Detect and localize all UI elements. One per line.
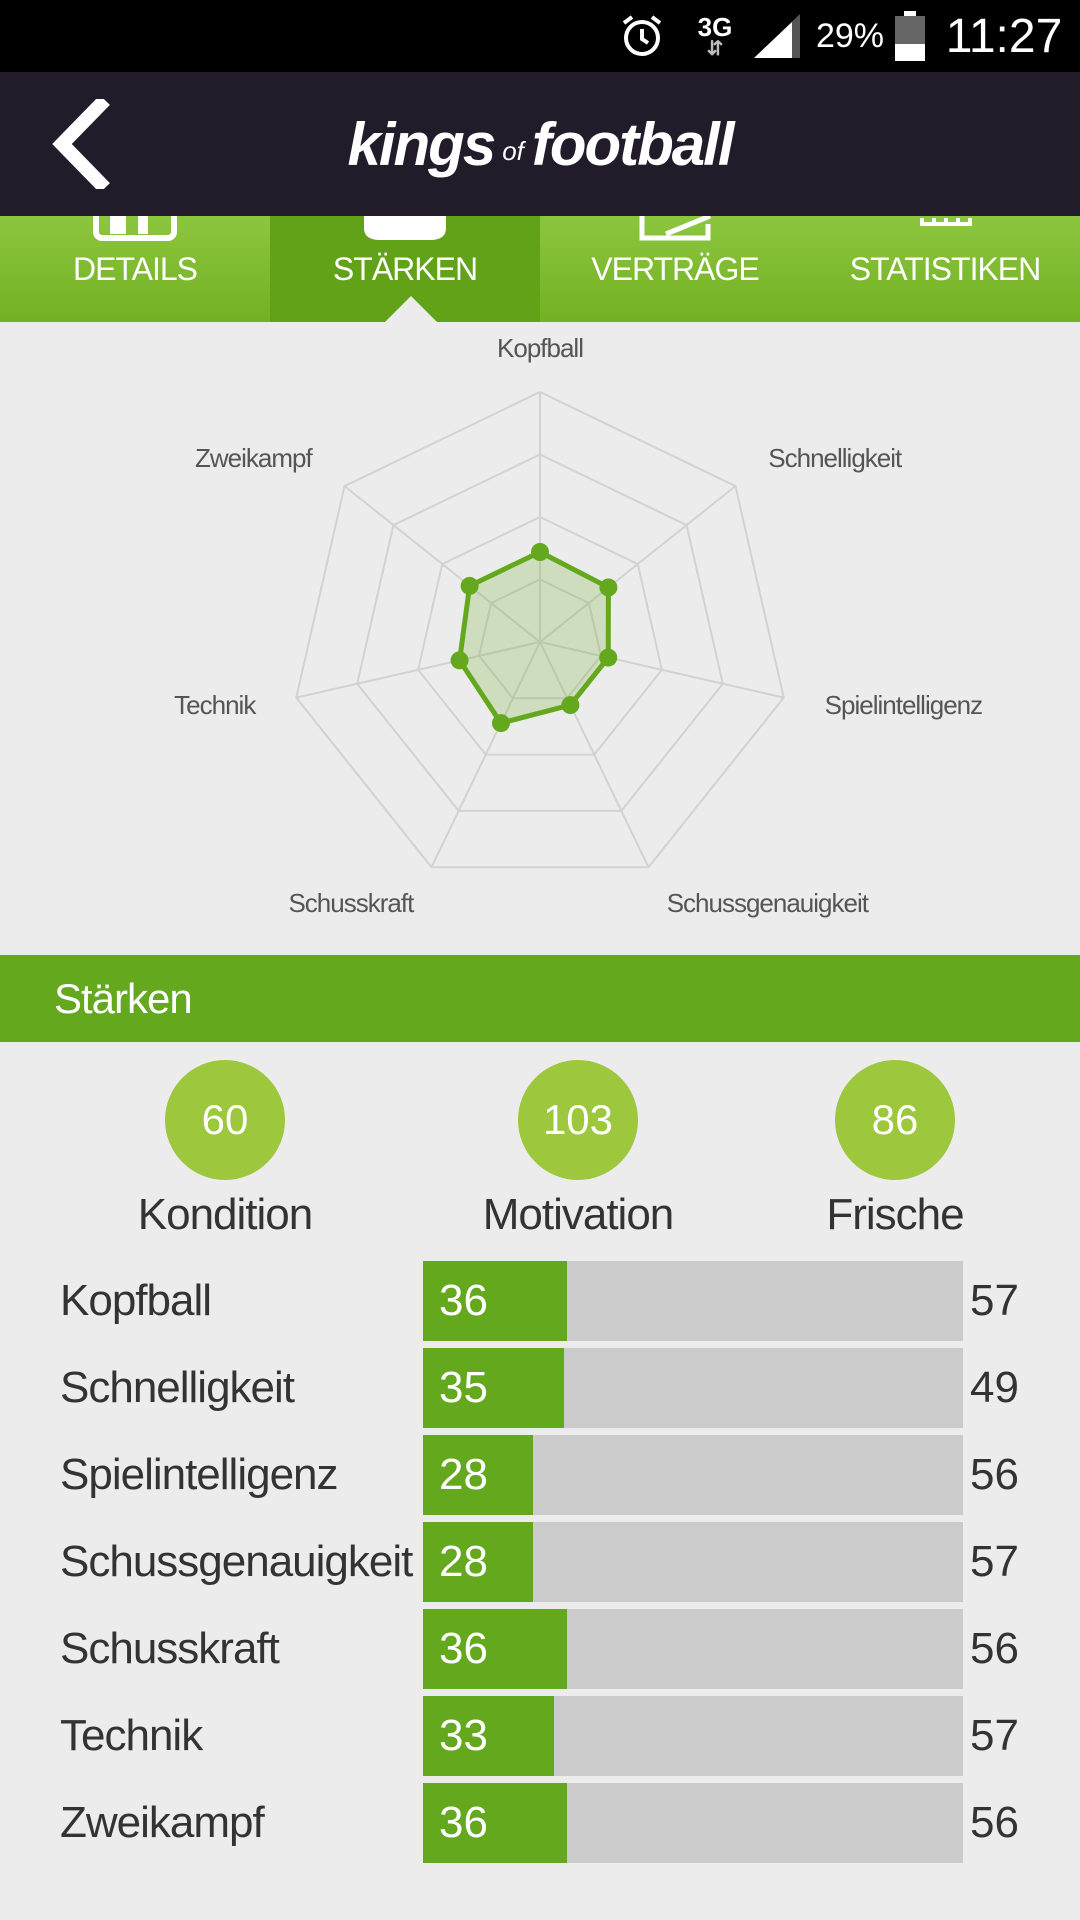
stat-max: 56	[970, 1798, 1019, 1847]
brand-word-kings: kings	[347, 110, 496, 178]
strength-radar-chart: Kopfball Schnelligkeit Spielintelligenz Sch…	[174, 333, 983, 918]
battery-icon	[890, 0, 930, 72]
brand-logo: kings of football	[0, 72, 1080, 216]
brand-word-football: football	[531, 110, 735, 178]
radar-axis-label: Zweikampf	[195, 443, 313, 473]
battery-percent: 29%	[815, 16, 885, 55]
stat-bar: 35	[423, 1348, 963, 1428]
radar-point	[460, 576, 479, 595]
brand-word-of: of	[502, 135, 524, 166]
summary-label: Frische	[826, 1190, 964, 1239]
stat-max: 57	[970, 1276, 1019, 1325]
summary-motivation: 103 Motivation	[458, 1060, 698, 1250]
back-arrow-icon	[52, 99, 110, 189]
radar-point	[599, 578, 618, 597]
stat-bar: 28	[423, 1522, 963, 1602]
back-button[interactable]	[30, 94, 130, 194]
stat-row-schussgenauigkeit: Schussgenauigkeit 28 57	[0, 1522, 1080, 1602]
summary-value: 60	[165, 1060, 285, 1180]
stat-name: Technik	[60, 1711, 203, 1760]
tab-label: STATISTIKEN	[849, 251, 1041, 287]
radar-axis-label: Schussgenauigkeit	[667, 888, 870, 918]
active-tab-pointer	[385, 296, 437, 322]
stat-bar: 28	[423, 1435, 963, 1515]
tab-bar: DETAILS STÄRKEN VERTRÄGE STATISTIKEN	[0, 216, 1080, 322]
tab-label: VERTRÄGE	[591, 251, 759, 287]
statistics-icon	[900, 216, 990, 252]
radar-value-area	[456, 549, 611, 726]
stat-value: 28	[439, 1450, 488, 1499]
tab-vertraege[interactable]: VERTRÄGE	[540, 216, 810, 322]
stat-name: Schussgenauigkeit	[60, 1537, 413, 1586]
stat-bar: 33	[423, 1696, 963, 1776]
section-title: Stärken	[0, 955, 1080, 1042]
stat-value: 36	[439, 1798, 488, 1847]
radar-point	[531, 543, 549, 561]
details-icon	[90, 216, 180, 252]
alarm-icon	[612, 0, 672, 72]
stat-name: Zweikampf	[60, 1798, 265, 1847]
radar-point	[491, 714, 510, 733]
stat-value: 33	[439, 1711, 488, 1760]
signal-icon	[748, 0, 804, 72]
radar-axis-label: Technik	[174, 690, 257, 720]
stat-row-kopfball: Kopfball 36 57	[0, 1261, 1080, 1341]
stat-row-spielintelligenz: Spielintelligenz 28 56	[0, 1435, 1080, 1515]
network-type: 3G	[697, 12, 733, 42]
radar-axis-label: Kopfball	[497, 333, 583, 363]
stat-max: 57	[970, 1711, 1019, 1760]
stat-max: 56	[970, 1450, 1019, 1499]
summary-kondition: 60 Kondition	[105, 1060, 345, 1250]
stat-value: 28	[439, 1537, 488, 1586]
stat-row-schusskraft: Schusskraft 36 56	[0, 1609, 1080, 1689]
stat-bar: 36	[423, 1783, 963, 1863]
stat-bar: 36	[423, 1609, 963, 1689]
stat-max: 57	[970, 1537, 1019, 1586]
stat-value: 36	[439, 1276, 488, 1325]
status-bar: 3G ⇵ 29% 11:27	[0, 0, 1080, 72]
stat-name: Kopfball	[60, 1276, 212, 1325]
summary-frische: 86 Frische	[775, 1060, 1015, 1250]
tab-statistiken[interactable]: STATISTIKEN	[810, 216, 1080, 322]
summary-value: 86	[835, 1060, 955, 1180]
summary-label: Kondition	[137, 1190, 313, 1239]
stat-max: 49	[970, 1363, 1019, 1412]
stat-name: Spielintelligenz	[60, 1450, 339, 1499]
radar-point	[599, 648, 618, 667]
tab-label: DETAILS	[73, 251, 198, 287]
stat-name: Schusskraft	[60, 1624, 280, 1673]
tab-label: STÄRKEN	[332, 251, 478, 287]
stat-value: 35	[439, 1363, 488, 1412]
network-indicator: 3G ⇵	[690, 0, 740, 72]
stat-name: Schnelligkeit	[60, 1363, 295, 1412]
radar-point	[450, 651, 469, 670]
stat-row-zweikampf: Zweikampf 36 56	[0, 1783, 1080, 1863]
stat-bar: 36	[423, 1261, 963, 1341]
radar-axis-label: Spielintelligenz	[825, 690, 982, 720]
stat-row-technik: Technik 33 57	[0, 1696, 1080, 1776]
strength-icon	[360, 216, 450, 252]
app-header: kings of football	[0, 72, 1080, 216]
contract-icon	[630, 216, 720, 252]
radar-point	[561, 696, 580, 715]
radar-axis-label: Schnelligkeit	[768, 443, 903, 473]
stat-value: 36	[439, 1624, 488, 1673]
summary-label: Motivation	[482, 1190, 675, 1239]
tab-details[interactable]: DETAILS	[0, 216, 270, 322]
data-arrows-icon: ⇵	[706, 38, 724, 60]
stat-max: 56	[970, 1624, 1019, 1673]
radar-axis-label: Schusskraft	[288, 888, 415, 918]
stat-row-schnelligkeit: Schnelligkeit 35 49	[0, 1348, 1080, 1428]
clock: 11:27	[945, 9, 1063, 63]
summary-value: 103	[518, 1060, 638, 1180]
